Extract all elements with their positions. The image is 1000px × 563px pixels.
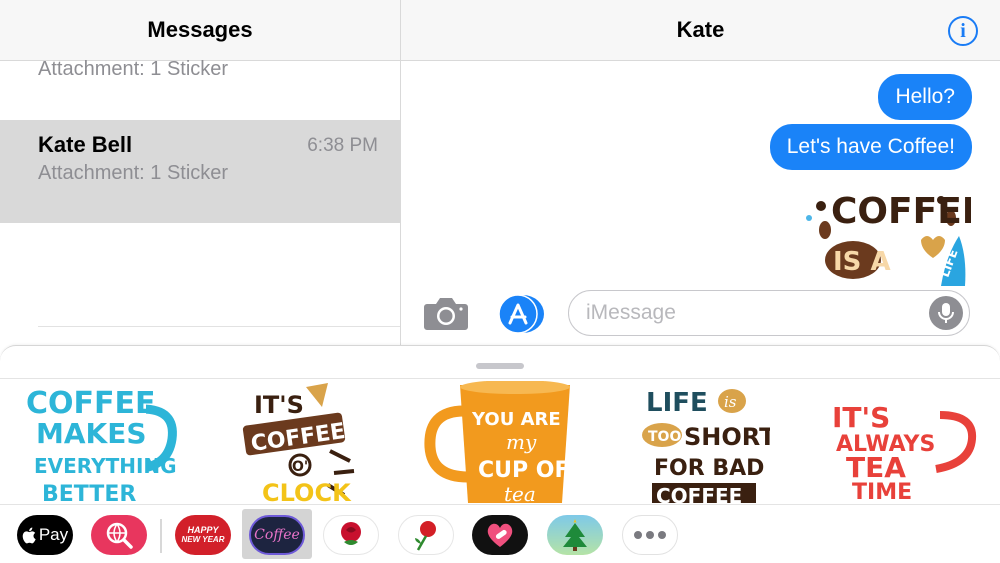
messages-header: Messages: [0, 0, 400, 61]
message-input[interactable]: iMessage: [568, 290, 970, 336]
sticker-text: BETTER: [42, 482, 136, 503]
sticker-its-always-tea-time[interactable]: IT'S ALWAYS TEA TIME: [822, 381, 982, 503]
sticker-text: MAKES: [36, 417, 147, 450]
message-bubble[interactable]: Let's have Coffee!: [769, 124, 972, 170]
heart-icon: [487, 523, 513, 547]
rose-sticker-app[interactable]: [323, 515, 379, 555]
conversation-list-pane: Messages Attachment: 1 Sticker Kate Bell…: [0, 0, 401, 345]
sticker-text: CUP OF: [478, 458, 570, 483]
coffee-sticker-image: COFFEE IS A LIFE: [806, 191, 971, 286]
messages-title: Messages: [147, 17, 253, 42]
message-text: Hello?: [895, 85, 955, 108]
app-label: Coffee: [254, 527, 300, 543]
conversation-name: Kate Bell: [38, 132, 133, 157]
list-divider: [38, 326, 400, 327]
sticker-text: O': [292, 459, 308, 475]
sticker-message[interactable]: COFFEE IS A LIFE: [801, 178, 971, 286]
christmas-tree-app[interactable]: [547, 515, 603, 555]
sticker-drawer: COFFEE MAKES EVERYTHING BETTER IT'S COFF…: [0, 345, 1000, 563]
app-tray: Pay HAPPY NEW YEAR Coffee: [0, 504, 1000, 563]
compose-bar: iMessage: [401, 286, 1000, 344]
sticker-text: TIME: [852, 480, 912, 503]
sticker-text: CLOCK: [262, 479, 352, 503]
sticker-text: YOU ARE: [471, 409, 561, 430]
partial-conversation-subtitle[interactable]: Attachment: 1 Sticker: [38, 58, 228, 81]
info-circle-icon[interactable]: i: [948, 16, 978, 46]
microphone-icon[interactable]: [929, 296, 963, 330]
message-bubble[interactable]: Hello?: [878, 74, 972, 120]
sticker-you-are-my-cup-of-tea[interactable]: YOU ARE my CUP OF tea: [424, 381, 584, 503]
sticker-text: EVERYTHING: [34, 454, 177, 478]
apple-logo-icon: [22, 527, 36, 543]
coffee-app[interactable]: Coffee: [249, 515, 305, 555]
conversation-row-kate-bell[interactable]: Kate Bell 6:38 PM Attachment: 1 Sticker: [0, 120, 400, 223]
happy-new-year-app[interactable]: HAPPY NEW YEAR: [175, 515, 231, 555]
globe-search-icon: [106, 522, 133, 549]
sticker-word-coffee: COFFEE: [831, 191, 971, 232]
sticker-word-isa: IS A: [833, 247, 891, 277]
app-label: NEW YEAR: [181, 535, 225, 544]
sticker-text: COFFEE: [26, 386, 156, 421]
sticker-coffee-makes-everything-better[interactable]: COFFEE MAKES EVERYTHING BETTER: [22, 381, 182, 503]
tray-divider: [160, 519, 162, 553]
apple-pay-app[interactable]: Pay: [17, 515, 73, 555]
rose-stem-icon: [415, 521, 436, 551]
conversation-header: Kate i: [401, 0, 1000, 61]
sticker-its-coffee-oclock[interactable]: IT'S COFFEE O' CLOCK: [240, 381, 360, 503]
sticker-text: FOR BAD: [654, 456, 764, 481]
sticker-text: IT'S: [254, 391, 304, 419]
sticker-text: LIFE: [646, 388, 708, 418]
heart-sticker-app[interactable]: [472, 515, 528, 555]
rose-icon: [341, 522, 361, 545]
camera-icon[interactable]: [423, 295, 469, 331]
more-apps-button[interactable]: [622, 515, 678, 555]
conversation-pane: Kate i Hello? Let's have Coffee! COFFEE …: [401, 0, 1000, 345]
drawer-divider: [0, 378, 1000, 379]
rose-sticker-2-app[interactable]: [398, 515, 454, 555]
drawer-handle[interactable]: [476, 363, 524, 369]
more-dots-icon: [634, 531, 666, 539]
web-search-app[interactable]: [91, 515, 147, 555]
app-store-icon[interactable]: [496, 294, 544, 334]
sticker-text: is: [724, 393, 737, 411]
conversation-subtitle: Attachment: 1 Sticker: [38, 162, 229, 184]
message-input-placeholder: iMessage: [586, 301, 676, 324]
sticker-text: IT'S: [832, 401, 890, 434]
sticker-text: COFFEE: [656, 484, 742, 503]
sticker-text: TOO: [648, 429, 681, 445]
sticker-text: my: [506, 430, 537, 454]
sticker-text: SHORT: [684, 423, 770, 451]
apple-pay-label: Pay: [38, 525, 69, 544]
sticker-life-is-too-short-for-bad-coffee[interactable]: LIFE is TOO SHORT FOR BAD COFFEE: [640, 381, 770, 503]
contact-name[interactable]: Kate: [677, 17, 725, 43]
message-text: Let's have Coffee!: [786, 135, 955, 158]
conversation-time: 6:38 PM: [307, 135, 378, 156]
app-label: HAPPY: [187, 525, 219, 535]
christmas-tree-icon: [563, 519, 587, 551]
sticker-text: tea: [504, 482, 536, 503]
